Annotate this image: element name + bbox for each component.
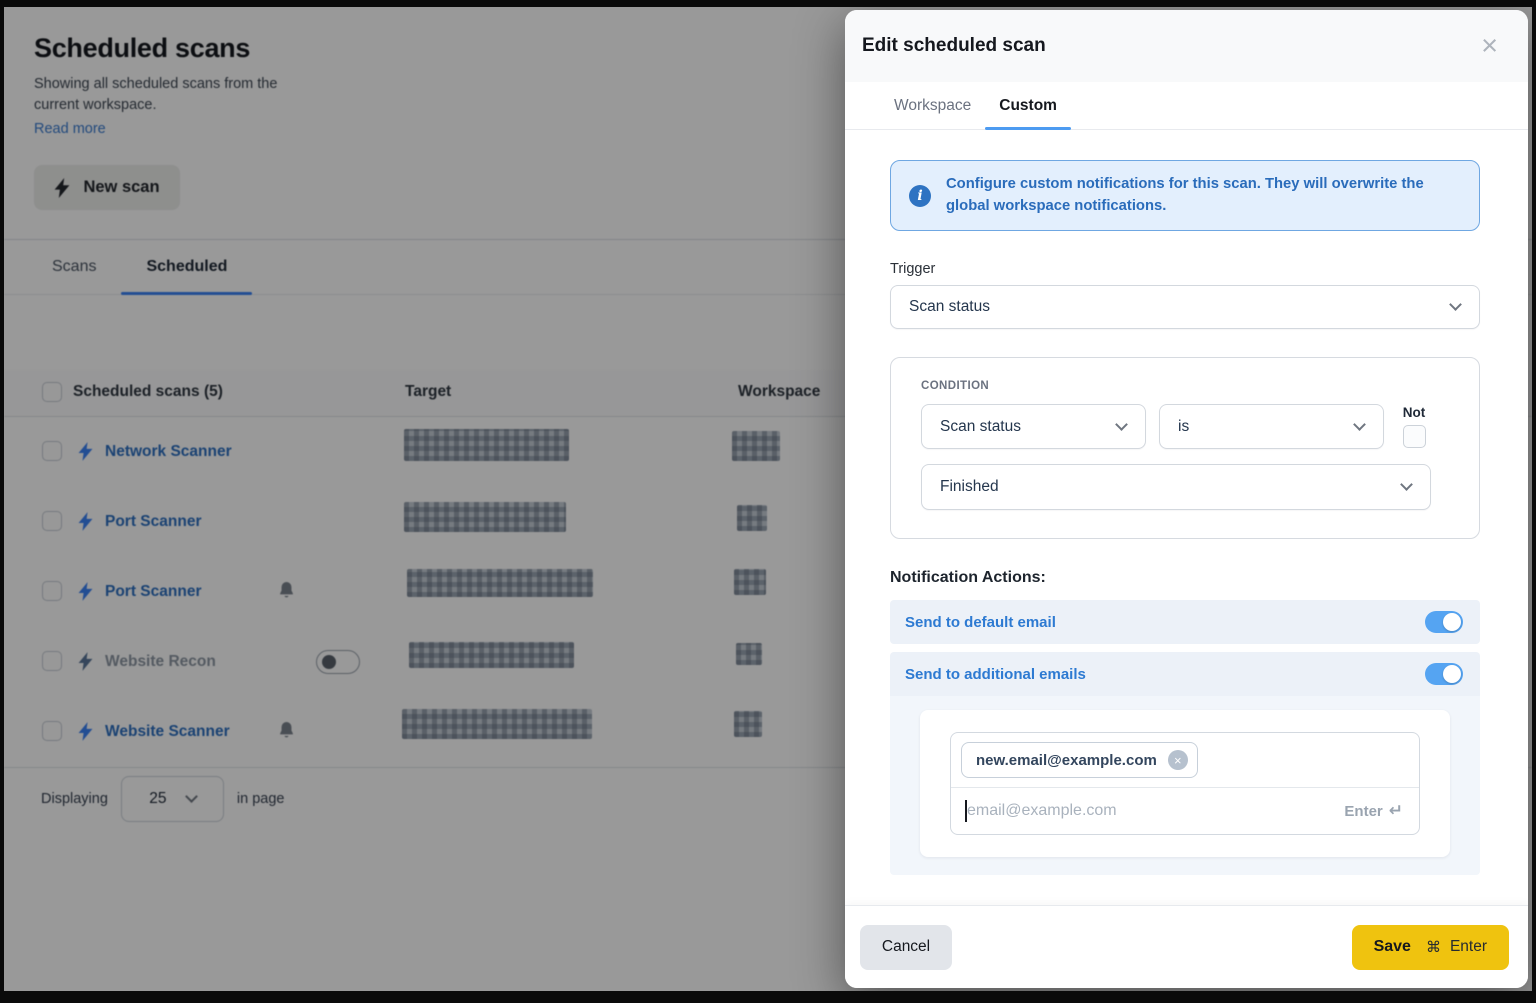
close-icon[interactable]: ×: [1481, 32, 1498, 61]
condition-value-select[interactable]: Finished: [921, 464, 1431, 510]
save-shortcut: ⌘ Enter: [1426, 938, 1487, 956]
enter-hint-text: Enter: [1344, 803, 1382, 820]
save-label: Save: [1374, 938, 1411, 956]
trigger-label: Trigger: [890, 261, 1480, 277]
additional-emails-panel: new.email@example.com × Enter ↵: [890, 696, 1480, 875]
notification-actions-heading: Notification Actions:: [890, 569, 1480, 587]
send-additional-emails-label[interactable]: Send to additional emails: [905, 666, 1086, 683]
chevron-down-icon: [1449, 298, 1462, 311]
condition-field-value: Scan status: [940, 418, 1021, 436]
modal-body: i Configure custom notifications for thi…: [845, 130, 1528, 905]
condition-field-select[interactable]: Scan status: [921, 404, 1146, 449]
send-additional-emails-toggle[interactable]: [1425, 663, 1463, 685]
email-input[interactable]: [967, 802, 1344, 820]
tab-workspace[interactable]: Workspace: [880, 82, 985, 129]
toggle-knob: [1443, 665, 1461, 683]
enter-hint: Enter ↵: [1344, 801, 1403, 821]
cancel-button[interactable]: Cancel: [860, 925, 952, 970]
save-button[interactable]: Save ⌘ Enter: [1352, 925, 1509, 970]
trigger-select[interactable]: Scan status: [890, 285, 1480, 329]
send-default-email-toggle[interactable]: [1425, 611, 1463, 633]
modal-tab-bar: Workspace Custom: [845, 82, 1528, 130]
trigger-value: Scan status: [909, 298, 990, 316]
condition-operator-select[interactable]: is: [1159, 404, 1384, 449]
info-banner-text: Configure custom notifications for this …: [946, 174, 1461, 217]
send-default-email-label[interactable]: Send to default email: [905, 614, 1056, 631]
tab-custom[interactable]: Custom: [985, 82, 1071, 129]
email-chip: new.email@example.com ×: [961, 742, 1198, 778]
email-chips-box: new.email@example.com × Enter ↵: [950, 732, 1420, 835]
edit-scheduled-scan-modal: Edit scheduled scan × Workspace Custom i…: [845, 10, 1528, 988]
emails-card: new.email@example.com × Enter ↵: [920, 710, 1450, 857]
chevron-down-icon: [1400, 478, 1413, 491]
send-default-email-row: Send to default email: [890, 600, 1480, 644]
modal-title: Edit scheduled scan: [862, 35, 1046, 57]
enter-key-icon: ↵: [1389, 801, 1403, 821]
chevron-down-icon: [1353, 418, 1366, 431]
condition-card: CONDITION Scan status is Not: [890, 357, 1480, 539]
toggle-knob: [1443, 613, 1461, 631]
condition-operator-value: is: [1178, 418, 1189, 436]
modal-header: Edit scheduled scan ×: [845, 10, 1528, 82]
info-icon: i: [909, 185, 931, 207]
email-chip-text: new.email@example.com: [976, 752, 1157, 769]
condition-heading: CONDITION: [921, 380, 1431, 392]
app-screen: Scheduled scans Showing all scheduled sc…: [4, 7, 1532, 991]
enter-key-label: Enter: [1450, 938, 1487, 956]
remove-email-icon[interactable]: ×: [1168, 750, 1188, 770]
chevron-down-icon: [1115, 418, 1128, 431]
condition-value: Finished: [940, 478, 999, 496]
not-label: Not: [1403, 405, 1426, 420]
cmd-key-icon: ⌘: [1426, 938, 1441, 956]
not-control: Not: [1397, 405, 1431, 448]
info-banner: i Configure custom notifications for thi…: [890, 160, 1480, 231]
send-additional-emails-row: Send to additional emails: [890, 652, 1480, 696]
not-checkbox[interactable]: [1403, 425, 1426, 448]
modal-footer: Cancel Save ⌘ Enter: [845, 905, 1528, 988]
